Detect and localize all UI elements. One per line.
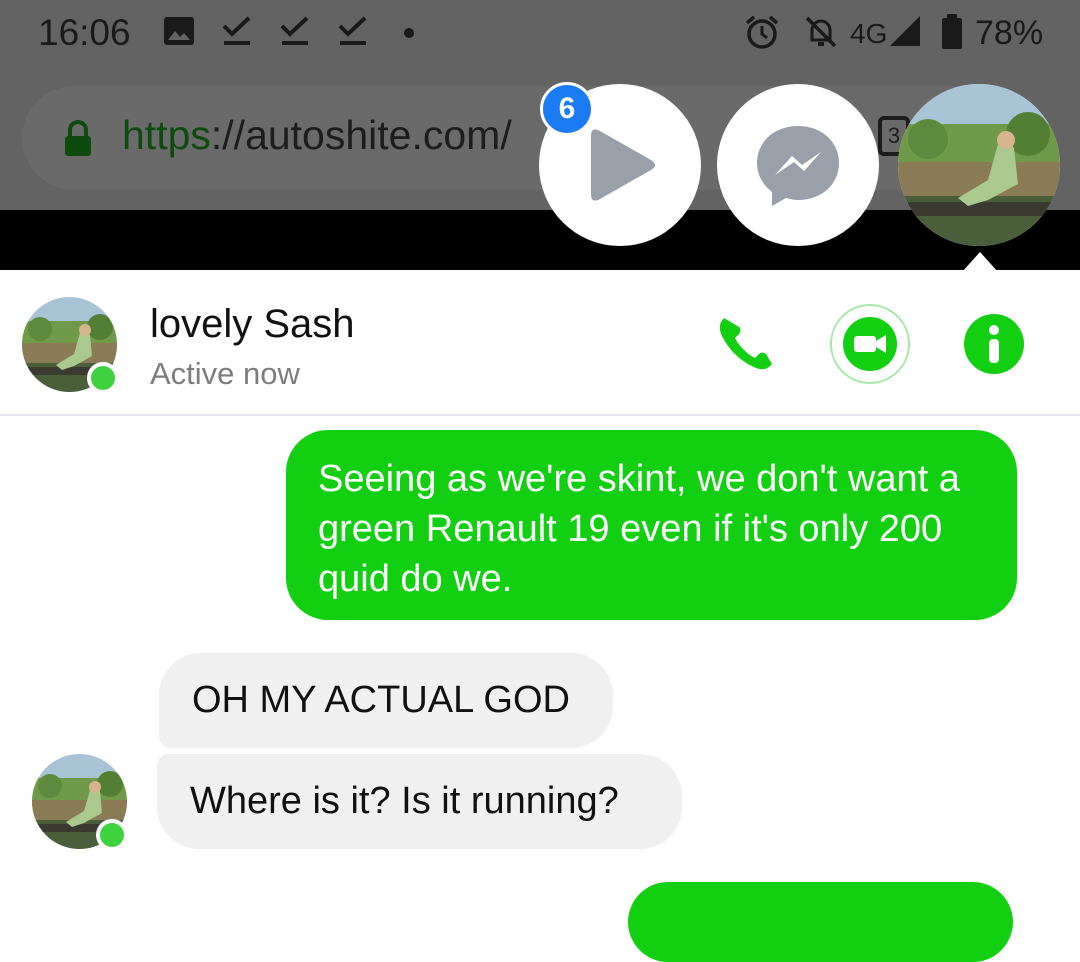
info-button[interactable] — [962, 312, 1026, 376]
tab-count: 3 — [887, 123, 901, 148]
contact-chat-head[interactable] — [898, 84, 1060, 246]
unread-badge: 6 — [540, 82, 594, 136]
alarm-icon — [744, 14, 780, 55]
outgoing-message[interactable]: Seeing as we're skint, we don't want a g… — [286, 430, 1017, 620]
outgoing-message[interactable] — [628, 882, 1013, 962]
check-icon — [337, 14, 369, 53]
online-indicator — [96, 819, 128, 851]
phone-icon — [719, 318, 772, 370]
contact-avatar-photo — [898, 84, 1060, 246]
battery-icon — [940, 14, 964, 55]
voice-call-button[interactable] — [706, 304, 786, 384]
status-bar: 16:06 4G 78% — [0, 0, 1080, 70]
incoming-message[interactable]: OH MY ACTUAL GOD — [159, 653, 613, 748]
image-icon — [163, 14, 195, 53]
dot-icon — [403, 26, 415, 44]
battery-percent: 78% — [975, 14, 1044, 52]
check-icon — [279, 14, 311, 53]
status-time: 16:06 — [38, 12, 131, 53]
url-scheme: https — [122, 112, 211, 158]
incoming-message[interactable]: Where is it? Is it running? — [157, 754, 682, 849]
video-call-icon — [843, 317, 897, 371]
url-path: ://autoshite.com/ — [210, 112, 512, 158]
online-indicator — [87, 362, 119, 394]
notifications-off-icon — [803, 14, 839, 55]
check-icon — [221, 14, 253, 53]
url-text[interactable]: https://autoshite.com/ — [122, 112, 512, 159]
contact-status: Active now — [150, 356, 300, 391]
messenger-icon — [757, 126, 839, 206]
info-icon — [964, 314, 1024, 374]
panel-pointer — [962, 252, 998, 272]
contact-name[interactable]: lovely Sash — [150, 302, 355, 347]
lock-icon — [62, 120, 94, 163]
network-type: 4G — [850, 18, 888, 49]
signal-icon — [888, 14, 922, 53]
video-call-button[interactable] — [830, 304, 910, 384]
messenger-chat-head[interactable] — [717, 84, 879, 246]
